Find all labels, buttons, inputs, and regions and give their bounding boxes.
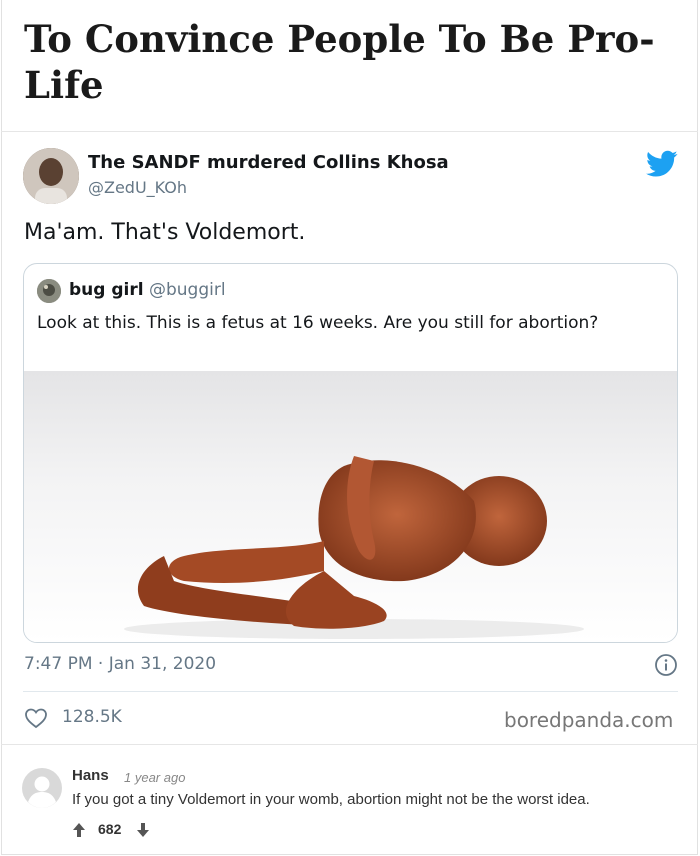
quoted-tweet-image[interactable] [24,371,677,642]
quoted-tweet-text: Look at this. This is a fetus at 16 week… [37,313,599,333]
divider [1,744,698,745]
divider [23,691,678,692]
tweet-author-name[interactable]: The SANDF murdered Collins Khosa [88,152,449,173]
boredpanda-watermark: boredpanda.com [504,708,674,732]
post-title: To Convince People To Be Pro-Life [24,17,655,107]
info-icon[interactable] [654,653,678,677]
upvote-icon[interactable] [72,822,86,838]
quoted-author-handle[interactable]: @buggirl [149,280,226,300]
tweet-text: Ma'am. That's Voldemort. [24,220,306,245]
user-avatar-icon[interactable] [22,768,62,808]
heart-icon[interactable] [24,707,48,729]
comment-author[interactable]: Hans [72,767,109,784]
comment-time: 1 year ago [124,770,186,785]
like-count: 128.5K [62,707,122,727]
divider [1,131,698,132]
quoted-author-name[interactable]: bug girl [69,280,144,300]
tweet-author-handle[interactable]: @ZedU_KOh [88,178,187,197]
tweet-timestamp[interactable]: 7:47 PM · Jan 31, 2020 [24,654,216,674]
downvote-icon[interactable] [136,822,150,838]
quoted-tweet[interactable]: bug girl @buggirl Look at this. This is … [23,263,678,643]
quoted-author[interactable]: bug girl @buggirl [69,280,226,300]
author-avatar[interactable] [23,148,79,204]
vote-count: 682 [98,821,122,837]
twitter-bird-icon[interactable] [646,150,678,178]
comment-text: If you got a tiny Voldemort in your womb… [72,791,590,808]
quoted-author-avatar[interactable] [37,279,61,303]
